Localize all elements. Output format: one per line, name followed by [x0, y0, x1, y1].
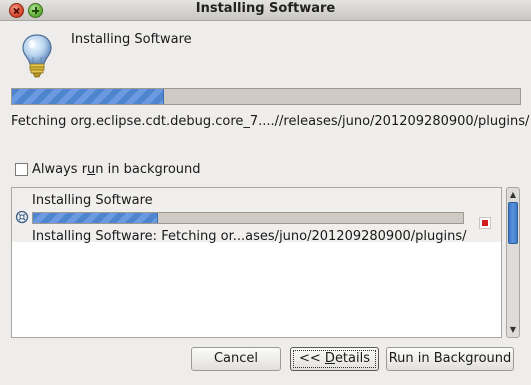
run-in-background-button[interactable]: Run in Background	[386, 347, 514, 371]
task-list: Installing Software Installing Software:…	[11, 187, 502, 338]
title-bar: Installing Software	[0, 0, 531, 21]
scrollbar-thumb[interactable]	[508, 202, 518, 244]
stop-icon[interactable]	[479, 217, 491, 229]
vertical-scrollbar[interactable]: ▲ ▼	[506, 187, 520, 338]
window-title: Installing Software	[195, 1, 336, 16]
always-run-background-row[interactable]: Always run in background	[15, 162, 201, 177]
task-status-text: Installing Software: Fetching or...ases/…	[32, 229, 467, 244]
task-progress-fill	[33, 213, 158, 223]
list-item: Installing Software Installing Software:…	[12, 188, 501, 244]
details-button[interactable]: << Details	[290, 347, 379, 371]
lightbulb-icon	[22, 34, 52, 78]
scroll-down-icon[interactable]: ▼	[507, 324, 519, 336]
install-task-icon	[15, 210, 29, 224]
always-run-background-checkbox[interactable]	[15, 163, 28, 176]
cancel-button[interactable]: Cancel	[191, 347, 281, 371]
main-progress-fill	[12, 89, 165, 104]
task-title: Installing Software	[32, 193, 153, 208]
header-title: Installing Software	[71, 32, 192, 47]
scroll-up-icon[interactable]: ▲	[507, 189, 519, 201]
task-progress-bar	[32, 212, 464, 224]
status-text: Fetching org.eclipse.cdt.debug.core_7...…	[11, 114, 530, 129]
checkbox-label[interactable]: Always run in background	[32, 162, 201, 177]
main-progress-bar	[11, 88, 521, 105]
